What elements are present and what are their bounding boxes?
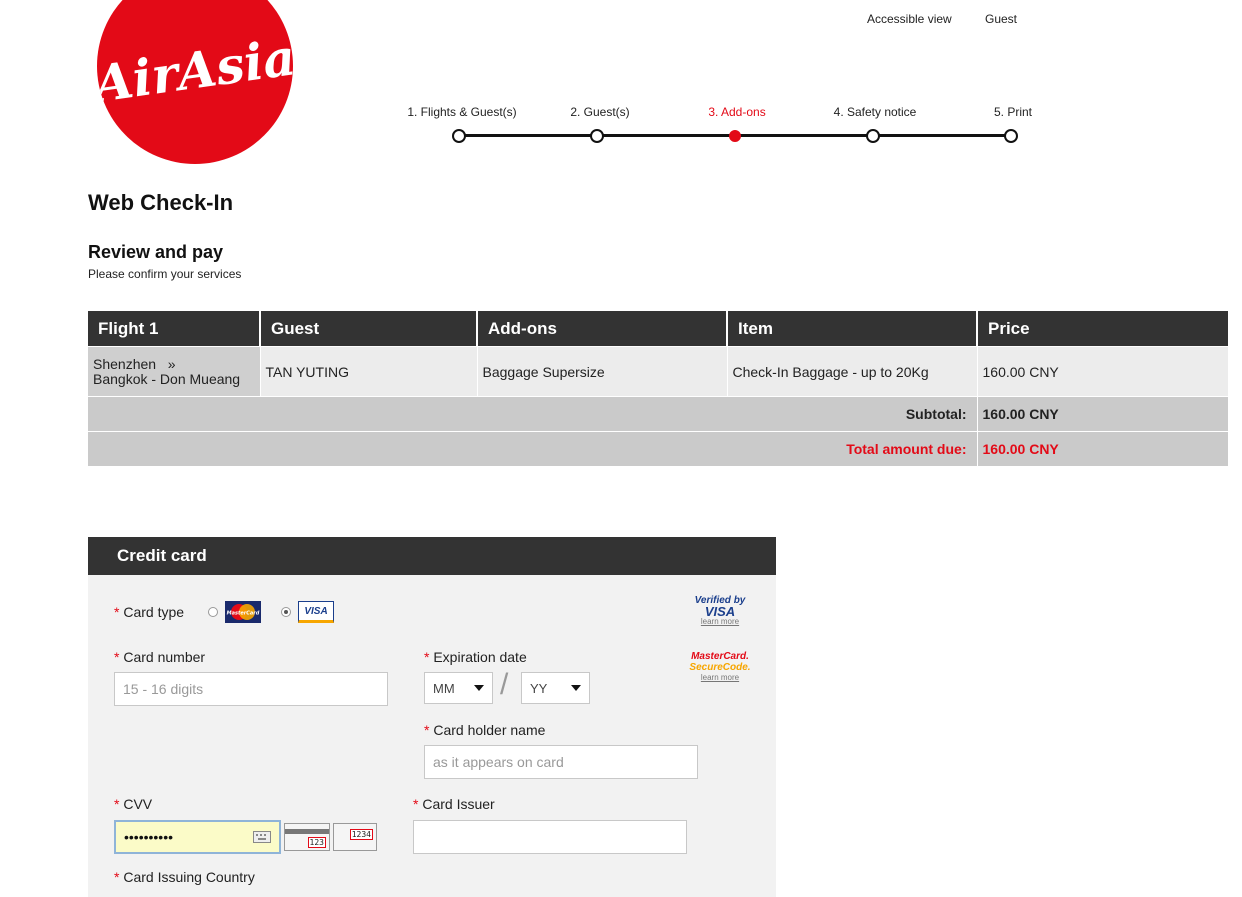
visa-logo-icon: VISA bbox=[298, 601, 334, 623]
expiration-date-label-text: Expiration date bbox=[433, 649, 527, 665]
required-mark: * bbox=[114, 796, 120, 812]
section-subtitle: Please confirm your services bbox=[88, 267, 242, 281]
svg-text:AirAsia: AirAsia bbox=[97, 27, 293, 114]
route-origin: Shenzhen bbox=[93, 355, 157, 372]
cvv-input[interactable]: •••••••••• bbox=[114, 820, 281, 854]
mastercard-circles-icon: MasterCard bbox=[225, 601, 261, 623]
airasia-logo[interactable]: AirAsia bbox=[97, 0, 293, 164]
mastercard-securecode-badge: MasterCard. SecureCode. learn more bbox=[688, 651, 752, 682]
mastercard-radio[interactable] bbox=[208, 607, 218, 617]
section-title: Review and pay bbox=[88, 242, 224, 262]
cvv-back-card-icon: 123 bbox=[284, 823, 330, 851]
chevron-down-icon bbox=[571, 685, 581, 691]
col-header-flight: Flight 1 bbox=[88, 311, 261, 347]
card-number-input[interactable]: 15 - 16 digits bbox=[114, 672, 388, 706]
card-number-label-text: Card number bbox=[123, 649, 206, 665]
required-mark: * bbox=[424, 649, 430, 665]
page-title: Web Check-In bbox=[88, 190, 234, 215]
required-mark: * bbox=[114, 869, 120, 885]
verified-by-visa-badge: Verified by VISA learn more bbox=[688, 595, 752, 626]
required-mark: * bbox=[424, 722, 430, 738]
col-header-addons: Add-ons bbox=[477, 311, 728, 347]
mastercard-logo-icon: MasterCard bbox=[225, 601, 261, 623]
col-header-guest: Guest bbox=[260, 311, 478, 347]
cvv-front-card-icon: 1234 bbox=[333, 823, 377, 851]
mastercard-learn-more-link[interactable]: learn more bbox=[688, 673, 752, 682]
cvv-label-text: CVV bbox=[123, 796, 153, 812]
exp-month-select[interactable]: MM bbox=[424, 672, 493, 704]
col-header-item: Item bbox=[727, 311, 978, 347]
step-3-label: 3. Add-ons bbox=[708, 105, 766, 119]
required-mark: * bbox=[413, 796, 419, 812]
verified-visa-text: VISA bbox=[704, 604, 736, 619]
exp-month-value: MM bbox=[433, 680, 455, 696]
price-cell: 160.00 CNY bbox=[977, 346, 1229, 397]
exp-separator: / bbox=[500, 668, 509, 701]
exp-year-value: YY bbox=[530, 680, 548, 696]
guest-link[interactable]: Guest bbox=[985, 12, 1017, 26]
step-3-dot bbox=[729, 130, 741, 142]
airasia-logo-mark: AirAsia bbox=[97, 27, 293, 114]
chevron-down-icon bbox=[474, 685, 484, 691]
visa-learn-more-link[interactable]: learn more bbox=[688, 617, 752, 626]
credit-card-panel: Credit card * Card type MasterCard VISA … bbox=[88, 537, 776, 897]
cvv-back-digits: 123 bbox=[307, 837, 326, 848]
card-holder-label: * Card holder name bbox=[424, 722, 545, 738]
card-type-label: * Card type bbox=[114, 604, 184, 620]
cvv-value: •••••••••• bbox=[124, 829, 174, 845]
credit-card-header: Credit card bbox=[88, 537, 776, 575]
subtotal-value: 160.00 CNY bbox=[977, 396, 1229, 432]
visa-radio[interactable] bbox=[281, 607, 291, 617]
step-4-label: 4. Safety notice bbox=[833, 105, 917, 119]
mastercard-brand-text: MasterCard. bbox=[691, 651, 749, 662]
card-type-label-text: Card type bbox=[123, 604, 185, 620]
card-issuing-country-label: * Card Issuing Country bbox=[114, 869, 255, 885]
total-row: Total amount due: 160.00 CNY bbox=[88, 431, 1229, 466]
required-mark: * bbox=[114, 649, 120, 665]
step-5-label: 5. Print bbox=[993, 105, 1033, 119]
cvv-label: * CVV bbox=[114, 796, 152, 812]
route-arrow: » bbox=[167, 355, 176, 372]
step-5-dot bbox=[1004, 129, 1018, 143]
route-cell: Shenzhen » Bangkok - Don Mueang bbox=[88, 346, 261, 397]
required-mark: * bbox=[114, 604, 120, 620]
keyboard-icon[interactable] bbox=[253, 831, 271, 843]
item-cell: Check-In Baggage - up to 20Kg bbox=[727, 346, 978, 397]
card-issuer-label-text: Card Issuer bbox=[422, 796, 495, 812]
step-2-dot bbox=[590, 129, 604, 143]
total-label: Total amount due: bbox=[88, 431, 978, 466]
step-1-label: 1. Flights & Guest(s) bbox=[407, 105, 517, 119]
route-destination: Bangkok - Don Mueang bbox=[93, 370, 241, 387]
card-holder-input[interactable]: as it appears on card bbox=[424, 745, 698, 779]
card-number-label: * Card number bbox=[114, 649, 205, 665]
guest-cell: TAN YUTING bbox=[260, 346, 478, 397]
card-issuer-input[interactable] bbox=[413, 820, 687, 854]
subtotal-row: Subtotal: 160.00 CNY bbox=[88, 396, 1229, 432]
col-header-price: Price bbox=[977, 311, 1228, 347]
cvv-front-digits: 1234 bbox=[349, 829, 373, 840]
svg-text:MasterCard: MasterCard bbox=[227, 611, 260, 617]
card-holder-label-text: Card holder name bbox=[433, 722, 546, 738]
subtotal-label: Subtotal: bbox=[88, 396, 978, 432]
addon-cell: Baggage Supersize bbox=[477, 346, 728, 397]
services-summary-table: Flight 1 Guest Add-ons Item Price Shenzh… bbox=[88, 311, 1229, 466]
table-header-row: Flight 1 Guest Add-ons Item Price bbox=[88, 311, 1228, 347]
step-1-dot bbox=[452, 129, 466, 143]
step-2-label: 2. Guest(s) bbox=[570, 105, 630, 119]
expiration-date-label: * Expiration date bbox=[424, 649, 527, 665]
step-4-dot bbox=[866, 129, 880, 143]
card-issuing-country-label-text: Card Issuing Country bbox=[123, 869, 255, 885]
card-issuer-label: * Card Issuer bbox=[413, 796, 495, 812]
exp-year-select[interactable]: YY bbox=[521, 672, 590, 704]
table-row: Shenzhen » Bangkok - Don Mueang TAN YUTI… bbox=[88, 346, 1229, 397]
securecode-text: SecureCode. bbox=[689, 662, 751, 673]
total-value: 160.00 CNY bbox=[977, 431, 1229, 466]
accessible-view-link[interactable]: Accessible view bbox=[867, 12, 952, 26]
